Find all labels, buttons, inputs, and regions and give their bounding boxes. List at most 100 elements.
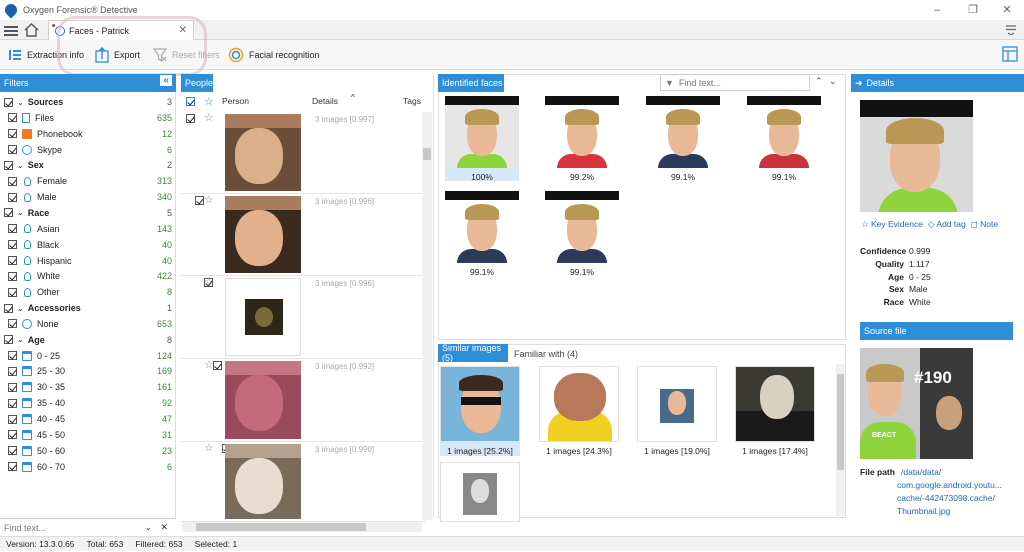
row-checkbox[interactable] xyxy=(195,196,204,205)
filter-group-age[interactable]: ⌄ Age 8 xyxy=(0,333,176,347)
chevron-down-icon[interactable]: ⌄ xyxy=(17,304,24,313)
table-row[interactable] xyxy=(181,442,426,522)
filter-item[interactable]: Files 635 xyxy=(0,111,176,125)
filter-item[interactable]: 25 - 30 169 xyxy=(0,364,176,378)
facial-recognition-button[interactable]: Facial recognition xyxy=(228,46,320,64)
table-row[interactable] xyxy=(181,112,426,194)
filter-checkbox[interactable] xyxy=(8,382,17,392)
identified-face-card[interactable]: 100% xyxy=(445,96,519,182)
filter-checkbox[interactable] xyxy=(8,430,17,440)
person-thumbnail[interactable] xyxy=(225,114,301,191)
filter-item[interactable]: 45 - 50 31 xyxy=(0,428,176,442)
table-row[interactable] xyxy=(181,194,426,276)
filter-item[interactable]: Asian 143 xyxy=(0,222,176,236)
filter-group-sources[interactable]: ⌄ Sources 3 xyxy=(0,95,176,109)
identified-face-card[interactable]: 99.1% xyxy=(747,96,821,182)
table-row[interactable] xyxy=(181,359,426,442)
filter-checkbox[interactable] xyxy=(8,240,17,250)
similar-image-card[interactable]: 1 images [17.4%] xyxy=(735,366,815,456)
source-file-thumbnail[interactable]: BEACT #190 xyxy=(860,348,973,459)
star-icon[interactable]: ☆ xyxy=(204,193,214,206)
similar-image-card[interactable]: 1 images [24.3%] xyxy=(539,366,619,456)
filter-item[interactable]: Male 340 xyxy=(0,190,176,204)
person-thumbnail[interactable] xyxy=(225,361,301,439)
menu-icon[interactable] xyxy=(4,24,18,36)
filter-group-race[interactable]: ⌄ Race 5 xyxy=(0,206,176,220)
filter-checkbox[interactable] xyxy=(8,256,17,265)
filter-checkbox[interactable] xyxy=(8,271,17,281)
filter-checkbox[interactable] xyxy=(8,129,17,139)
person-thumbnail[interactable] xyxy=(225,444,301,519)
layout-icon[interactable] xyxy=(1002,46,1018,62)
filters-find-box[interactable]: Find text... ⌄ ✕ xyxy=(0,518,176,536)
identified-face-card[interactable]: 99.1% xyxy=(545,191,619,277)
file-path-line[interactable]: /data/data/ xyxy=(901,467,941,477)
filter-checkbox[interactable] xyxy=(8,113,17,123)
dropdown-menu-icon[interactable] xyxy=(1005,25,1017,35)
filter-item[interactable]: Black 40 xyxy=(0,238,176,252)
collapse-filters-icon[interactable]: « xyxy=(160,75,172,86)
tab-familiar-with[interactable]: Familiar with (4) xyxy=(514,349,578,359)
identified-face-card[interactable]: 99.1% xyxy=(445,191,519,277)
filter-checkbox[interactable] xyxy=(8,224,17,234)
filter-item[interactable]: 0 - 25 124 xyxy=(0,349,176,363)
filter-checkbox[interactable] xyxy=(4,303,13,313)
chevron-down-icon[interactable]: ⌄ xyxy=(17,335,24,344)
find-close-icon[interactable]: ✕ xyxy=(160,522,168,533)
identified-face-card[interactable]: 99.2% xyxy=(545,96,619,182)
filter-checkbox[interactable] xyxy=(8,145,17,155)
filter-checkbox[interactable] xyxy=(8,446,17,456)
people-scrollbar[interactable] xyxy=(422,112,432,520)
filter-item[interactable]: 35 - 40 92 xyxy=(0,396,176,410)
filter-item[interactable]: None 653 xyxy=(0,317,176,331)
similar-image-card[interactable]: 1 images [19.0%] xyxy=(637,366,717,456)
filter-item[interactable]: Skype 6 xyxy=(0,143,176,157)
similar-scrollbar[interactable] xyxy=(836,364,845,516)
filter-checkbox[interactable] xyxy=(8,462,17,472)
file-path-line[interactable]: com.google.android.youtu... xyxy=(897,480,1002,490)
scroll-up-icon[interactable]: ⌃ xyxy=(815,76,823,87)
filter-checkbox[interactable] xyxy=(8,398,17,408)
similar-image-card[interactable]: 1 images [25.2%] xyxy=(440,366,520,456)
filter-checkbox[interactable] xyxy=(4,208,13,218)
filter-item[interactable]: Other 8 xyxy=(0,285,176,299)
minimize-icon[interactable]: – xyxy=(930,3,944,17)
person-thumbnail[interactable] xyxy=(225,196,301,273)
filter-item[interactable]: 60 - 70 6 xyxy=(0,460,176,474)
star-column-icon[interactable]: ☆ xyxy=(204,92,214,110)
details-column-header[interactable]: Details xyxy=(312,92,338,110)
filter-checkbox[interactable] xyxy=(4,335,13,345)
faces-search-input[interactable]: ▼ Find text... xyxy=(660,74,810,91)
star-icon[interactable]: ☆ xyxy=(204,111,214,124)
identified-face-card[interactable]: 99.1% xyxy=(646,96,720,182)
filter-item[interactable]: 30 - 35 161 xyxy=(0,380,176,394)
filter-checkbox[interactable] xyxy=(8,351,17,361)
chevron-down-icon[interactable]: ⌄ xyxy=(17,98,24,107)
star-icon[interactable]: ☆ xyxy=(204,441,214,454)
filter-item[interactable]: 40 - 45 47 xyxy=(0,412,176,426)
row-checkbox[interactable] xyxy=(186,114,195,123)
filter-group-sex[interactable]: ⌄ Sex 2 xyxy=(0,158,176,172)
select-all-icon[interactable] xyxy=(186,92,195,110)
star-icon[interactable]: ☆ xyxy=(204,358,214,371)
chevron-down-icon[interactable]: ⌄ xyxy=(17,161,24,170)
close-icon[interactable]: ✕ xyxy=(1000,3,1014,17)
filter-group-accessories[interactable]: ⌄ Accessories 1 xyxy=(0,301,176,315)
note-button[interactable]: ◻ Note xyxy=(971,219,998,230)
filter-item[interactable]: Hispanic 40 xyxy=(0,254,176,268)
filter-item[interactable]: Female 313 xyxy=(0,174,176,188)
home-icon[interactable] xyxy=(24,23,39,37)
tags-column-header[interactable]: Tags xyxy=(403,92,421,110)
filter-item[interactable]: White 422 xyxy=(0,269,176,283)
person-column-header[interactable]: Person xyxy=(222,92,249,110)
scroll-down-icon[interactable]: ⌄ xyxy=(829,76,837,87)
restore-icon[interactable]: ❐ xyxy=(966,3,980,17)
file-path-line[interactable]: cache/-442473098.cache/ xyxy=(897,493,995,503)
filter-item[interactable]: Phonebook 12 xyxy=(0,127,176,141)
filter-item[interactable]: 50 - 60 23 xyxy=(0,444,176,458)
filter-checkbox[interactable] xyxy=(8,192,17,202)
filter-checkbox[interactable] xyxy=(4,160,13,170)
add-tag-button[interactable]: ◇ Add tag xyxy=(928,219,966,230)
star-icon[interactable]: ☆ xyxy=(204,275,214,288)
people-hscrollbar[interactable] xyxy=(182,522,422,532)
